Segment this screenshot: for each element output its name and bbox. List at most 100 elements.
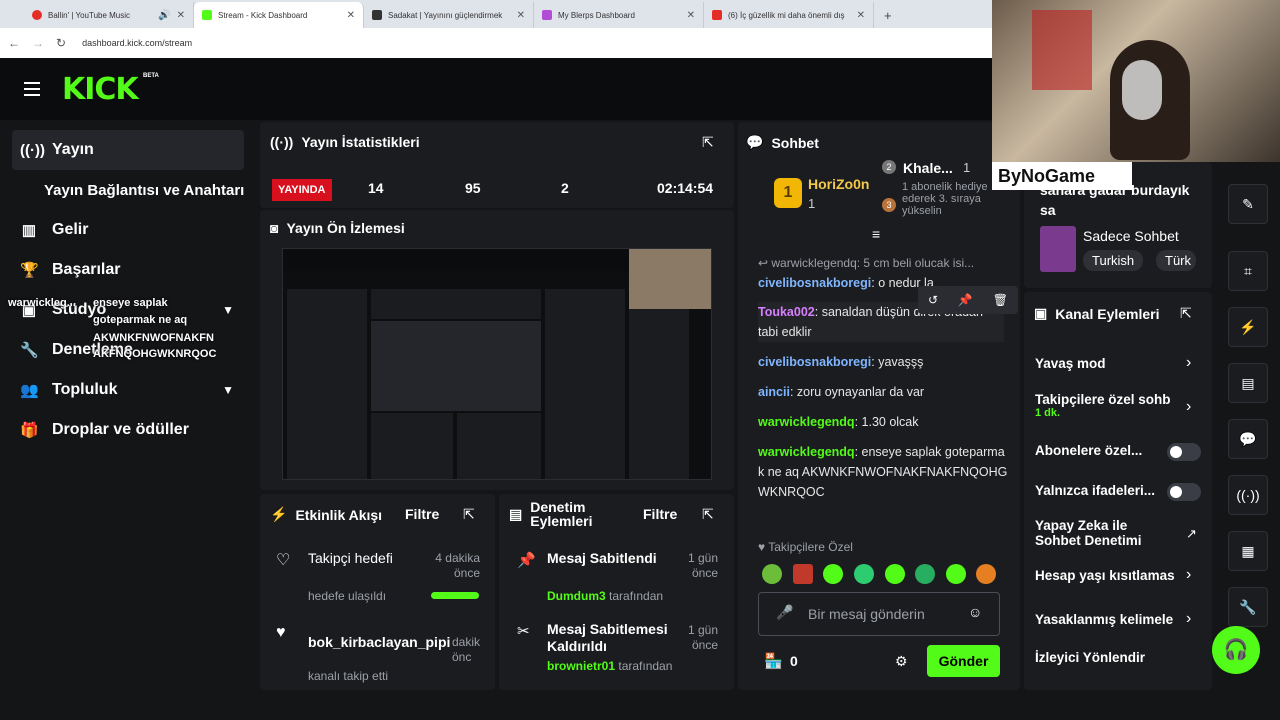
chevron-right-icon[interactable]: › [1186,610,1191,628]
chat-message[interactable]: aincii: zoru oynayanlar da var [758,382,1008,402]
document-icon[interactable]: ▤ [1228,363,1268,403]
sidebar-item-label: Droplar ve ödüller [52,421,189,438]
close-icon[interactable]: ✕ [517,10,525,21]
kick-logo[interactable]: KICK [62,72,139,107]
chat-username[interactable]: civelibosnakboregi [758,355,871,369]
url-text[interactable]: dashboard.kick.com/stream [82,38,192,48]
sidebar-item-stream-key[interactable]: Yayın Bağlantısı ve Anahtarı [36,170,268,210]
chat-username[interactable]: Touka002 [758,305,815,319]
stream-category[interactable]: Sadece Sohbet [1083,228,1179,244]
action-ai-moderation[interactable]: Yapay Zeka ile Sohbet Denetimi [1035,518,1165,548]
popout-icon[interactable]: ⇱ [463,506,475,523]
new-tab-button[interactable]: + [874,2,902,28]
preview-mini-preview [371,321,541,411]
reload-icon[interactable]: ↻ [56,36,66,50]
close-icon[interactable]: ✕ [857,10,865,21]
menu-icon[interactable] [24,82,40,96]
chat-username[interactable]: warwicklegendq [758,415,855,429]
store-icon[interactable]: 🏪 [764,652,783,670]
moderator-name[interactable]: Dumdum3 [547,589,606,603]
chat-message[interactable]: warwicklegendq: 1.30 olcak [758,412,1008,432]
broadcast-icon[interactable]: ((·)) [1228,475,1268,515]
bolt-icon[interactable]: ⚡ [1228,307,1268,347]
emote[interactable] [823,564,843,584]
top-gifter-name[interactable]: HoriZo0n [808,176,869,192]
rank-badge-bronze: 3 [882,198,896,212]
browser-tab[interactable]: Ballin' | YouTube Music 🔊 ✕ [24,2,194,28]
emote[interactable] [976,564,996,584]
sidebar-item-revenue[interactable]: ▥ Gelir [12,210,244,250]
popout-icon[interactable]: ⇱ [702,134,714,151]
close-icon[interactable]: ✕ [687,10,695,21]
top-gifter-hint: 1 abonelik hediye ederek 3. sıraya yükse… [902,181,988,217]
top-gifter-name[interactable]: Khale... [903,160,953,176]
chat-username[interactable]: warwicklegendq [758,445,855,459]
popout-icon[interactable]: ⇱ [702,506,714,523]
emote[interactable] [946,564,966,584]
action-banned-words[interactable]: Yasaklanmış kelimele [1035,612,1180,627]
action-followers-only[interactable]: Takipçilere özel sohb 1 dk. [1035,392,1185,419]
action-account-age[interactable]: Hesap yaşı kısıtlamas [1035,568,1180,583]
edit-icon[interactable]: ✎ [1228,184,1268,224]
filter-button[interactable]: Filtre [405,506,439,522]
emote[interactable] [885,564,905,584]
browser-tab[interactable]: My Blerps Dashboard ✕ [534,2,704,28]
chat-message[interactable]: warwicklegendq: enseye saplak goteparmak… [758,442,1008,502]
chevron-right-icon[interactable]: › [1186,566,1191,584]
close-icon[interactable]: ✕ [177,10,185,21]
unpin-icon: ✂ [517,623,530,640]
gear-icon[interactable]: ⚙ [895,653,908,670]
collapse-icon[interactable]: ≡ [872,226,880,242]
emote[interactable] [915,564,935,584]
browser-tab[interactable]: Sadakat | Yayınını güçlendirmek ✕ [364,2,534,28]
microphone-icon[interactable]: 🎤 [776,604,793,621]
filter-button[interactable]: Filtre [643,506,677,522]
trash-icon[interactable]: 🗑 [993,293,1008,307]
browser-tab-active[interactable]: Stream - Kick Dashboard ✕ [194,2,364,28]
chat-input-placeholder[interactable]: Bir mesaj gönderin [808,606,925,622]
moderator-name[interactable]: brownietr01 [547,659,615,673]
popout-icon[interactable]: ⇱ [1180,305,1192,322]
action-slow-mode[interactable]: Yavaş mod [1035,356,1205,371]
top-gifter-count: 1 [963,160,971,175]
support-headset-icon[interactable]: 🎧 [1212,626,1260,674]
chevron-right-icon[interactable]: › [1186,398,1191,416]
emote[interactable] [793,564,813,584]
subscribers-only-toggle[interactable] [1167,443,1201,461]
emote[interactable] [854,564,874,584]
back-icon[interactable]: ← [8,36,20,50]
chat-header: 💬 Sohbet [746,134,819,151]
sidebar-item-community[interactable]: 👥 Topluluk ▼ [12,370,244,410]
sidebar-item-stream[interactable]: ((·)) Yayın [12,130,244,170]
mod-icon[interactable]: ▦ [1228,531,1268,571]
tag-chip[interactable]: Türk [1156,250,1196,271]
wrench-icon[interactable]: 🔧 [1228,587,1268,627]
stat-subs: 2 [561,180,569,196]
action-raid[interactable]: İzleyici Yönlendir [1035,650,1205,665]
chat-username[interactable]: aincii [758,385,790,399]
stream-preview-video[interactable] [282,248,712,480]
screenshot-icon[interactable]: ⌗ [1228,251,1268,291]
tag-chip[interactable]: Turkish [1083,250,1144,271]
chat-username[interactable]: civelibosnakboregi [758,276,871,290]
pin-icon[interactable]: 📌 [958,293,973,307]
chat-message[interactable]: civelibosnakboregi: yavaşşş [758,352,1008,372]
send-button[interactable]: Gönder [927,645,1000,677]
reply-icon[interactable]: ↺ [928,293,938,307]
sidebar-item-drops[interactable]: 🎁 Droplar ve ödüller [12,410,244,450]
category-thumbnail[interactable] [1040,226,1076,272]
close-icon[interactable]: ✕ [347,10,355,21]
emote[interactable] [762,564,782,584]
speaker-icon[interactable]: 🔊 [158,10,170,21]
moderation-time: 1 gün önce [687,623,718,652]
chevron-right-icon[interactable]: › [1186,354,1191,372]
forward-icon[interactable]: → [32,36,44,50]
chat-icon[interactable]: 💬 [1228,419,1268,459]
external-link-icon[interactable]: ↗ [1186,526,1197,542]
sidebar-item-achievements[interactable]: 🏆 Başarılar [12,250,244,290]
emotes-only-toggle[interactable] [1167,483,1201,501]
chevron-down-icon: ▼ [222,303,234,317]
emoji-icon[interactable]: ☺ [968,604,982,620]
browser-tab[interactable]: (6) İç güzellik mi daha önemli dış ✕ [704,2,874,28]
panel-title: Yayın Ön İzlemesi [286,220,405,236]
